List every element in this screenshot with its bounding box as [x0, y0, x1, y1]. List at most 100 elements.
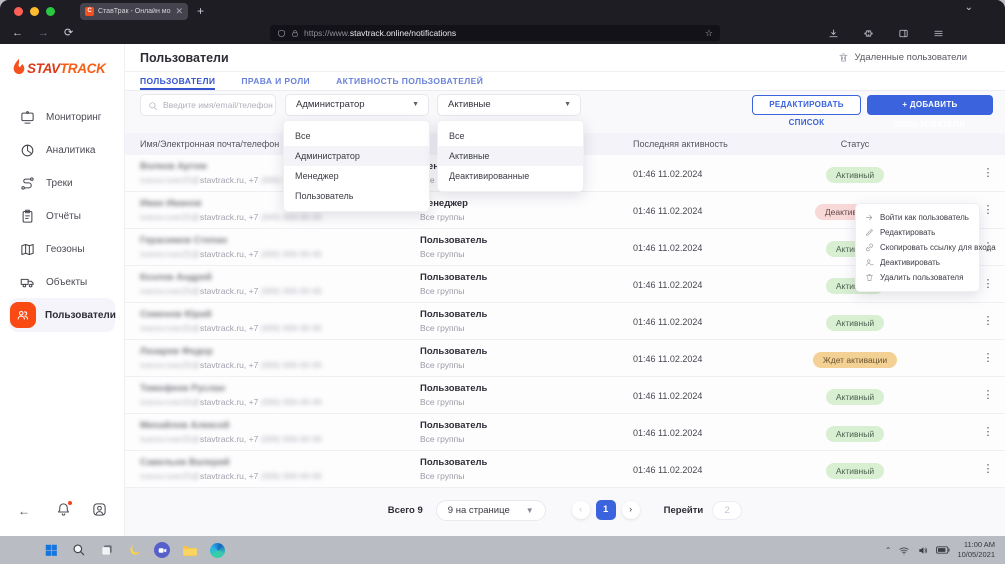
bookmark-star-icon[interactable]: ☆: [705, 28, 713, 39]
user-name: Лазарев Федор: [140, 346, 213, 357]
sidebar-item-reports[interactable]: Отчёты: [0, 201, 125, 231]
main-content: Пользователи Удаленные пользователи ПОЛЬ…: [125, 44, 1005, 536]
close-window-button[interactable]: [14, 7, 23, 16]
tab-user-activity[interactable]: АКТИВНОСТЬ ПОЛЬЗОВАТЕЛЕЙ: [336, 72, 483, 90]
menu-item-login-as-user[interactable]: Войти как пользователь: [856, 210, 979, 225]
taskbar-clock[interactable]: 11:00 AM10/05/2021: [957, 540, 995, 561]
sidebar-item-objects[interactable]: Объекты: [0, 267, 125, 297]
reload-icon[interactable]: ⟳: [64, 25, 73, 41]
search-input[interactable]: [163, 96, 273, 114]
sidebar-item-geozones[interactable]: Геозоны: [0, 234, 125, 264]
browser-toolbar: ← → ⟳ https://www.stavtrack.online/notif…: [0, 22, 1005, 44]
search-box: [140, 94, 276, 116]
row-menu-button[interactable]: ⋮: [982, 425, 994, 438]
reports-clipboard-icon: [20, 209, 35, 224]
add-user-button[interactable]: + ДОБАВИТЬ ПОЛЬЗОВАТЕЛЯ: [867, 95, 993, 115]
row-menu-button[interactable]: ⋮: [982, 351, 994, 364]
volume-icon[interactable]: [917, 545, 929, 556]
battery-icon[interactable]: [936, 545, 950, 555]
pagination: Всего 9 9 на странице▼ ‹ 1 › Перейти 2: [125, 496, 1005, 524]
url-bar[interactable]: https://www.stavtrack.online/notificatio…: [270, 25, 720, 41]
menu-item-copy-login-link[interactable]: Скопировать ссылку для входа: [856, 240, 979, 255]
tab-users[interactable]: ПОЛЬЗОВАТЕЛИ: [140, 72, 215, 90]
dropdown-option[interactable]: Все: [284, 126, 429, 146]
tab-list-chevron-icon[interactable]: ⌄: [965, 2, 973, 13]
row-menu-button[interactable]: ⋮: [982, 277, 994, 290]
trash-icon: [838, 52, 849, 63]
status-filter-select[interactable]: Активные▼: [437, 94, 581, 116]
user-group: Все группы: [420, 249, 464, 259]
dropdown-option[interactable]: Менеджер: [284, 166, 429, 186]
download-icon[interactable]: [828, 26, 839, 44]
user-group: Все группы: [420, 212, 464, 222]
chevron-down-icon: ▼: [564, 95, 571, 115]
windows-start-icon[interactable]: [42, 542, 59, 559]
edit-list-button[interactable]: РЕДАКТИРОВАТЬ СПИСОК: [752, 95, 861, 115]
menu-item-edit[interactable]: Редактировать: [856, 225, 979, 240]
task-view-icon[interactable]: [98, 542, 115, 559]
row-menu-button[interactable]: ⋮: [982, 314, 994, 327]
goto-page-input[interactable]: 2: [712, 501, 742, 520]
menu-hamburger-icon[interactable]: [933, 26, 944, 44]
dropdown-option[interactable]: Все: [438, 126, 583, 146]
sidebar-item-analytics[interactable]: Аналитика: [0, 135, 125, 165]
taskbar-search-icon[interactable]: [70, 542, 87, 559]
sidebar-toggle-icon[interactable]: [898, 26, 909, 44]
maximize-window-button[interactable]: [46, 7, 55, 16]
dropdown-option[interactable]: Деактивированные: [438, 166, 583, 186]
row-menu-button[interactable]: ⋮: [982, 166, 994, 179]
table-row: Михайлов Алексей ivanov.ivan25@stavtrack…: [125, 414, 1005, 451]
row-menu-button[interactable]: ⋮: [982, 388, 994, 401]
browser-tab[interactable]: С СтавТрак - Онлайн мониторин ✕: [80, 3, 188, 20]
tray-chevron-up-icon[interactable]: ⌃: [885, 546, 892, 555]
dropdown-option[interactable]: Администратор: [284, 146, 429, 166]
trash-icon: [865, 273, 874, 282]
user-minus-icon: [865, 258, 874, 267]
shield-icon[interactable]: [277, 29, 286, 38]
monitoring-icon: [20, 110, 35, 125]
back-icon[interactable]: ←: [12, 25, 23, 41]
sidebar-item-tracks[interactable]: Треки: [0, 168, 125, 198]
col-header-status: Статус: [785, 139, 925, 149]
user-name: Иван Иванов: [140, 198, 201, 209]
forward-icon[interactable]: →: [38, 25, 49, 41]
role-filter-select[interactable]: Администратор▼: [285, 94, 429, 116]
notification-dot: [68, 501, 72, 505]
next-page-button[interactable]: ›: [622, 501, 640, 519]
sidebar-item-monitoring[interactable]: Мониторинг: [0, 102, 125, 132]
row-menu-button[interactable]: ⋮: [982, 462, 994, 475]
user-contact: ivanov.ivan25@stavtrack.ru, +7 (999) 999…: [140, 471, 322, 481]
current-page-button[interactable]: 1: [596, 500, 616, 520]
user-contact: ivanov.ivan25@stavtrack.ru, +7 (999) 999…: [140, 360, 322, 370]
teams-app-icon[interactable]: [154, 542, 170, 558]
moon-app-icon[interactable]: [126, 542, 143, 559]
profile-icon[interactable]: [92, 502, 107, 522]
notifications-bell-icon[interactable]: [56, 502, 71, 522]
user-group: Все группы: [420, 286, 464, 296]
edge-browser-icon[interactable]: [209, 542, 226, 559]
new-tab-button[interactable]: +: [197, 3, 204, 20]
page-tabs: ПОЛЬЗОВАТЕЛИ ПРАВА И РОЛИ АКТИВНОСТЬ ПОЛ…: [125, 72, 1005, 91]
row-menu-button[interactable]: ⋮: [982, 203, 994, 216]
col-header-activity: Последняя активность: [633, 139, 728, 149]
file-explorer-icon[interactable]: [181, 542, 198, 559]
user-name: Савельев Валерий: [140, 457, 230, 468]
prev-page-button[interactable]: ‹: [572, 501, 590, 519]
system-tray: ⌃ 11:00 AM10/05/2021: [885, 536, 995, 564]
user-group: Все группы: [420, 397, 464, 407]
site-favicon: С: [85, 7, 94, 16]
tab-close-icon[interactable]: ✕: [175, 6, 183, 17]
sidebar-item-users[interactable]: Пользователи: [0, 300, 125, 330]
last-activity: 01:46 11.02.2024: [633, 206, 702, 216]
menu-item-delete-user[interactable]: Удалить пользователя: [856, 270, 979, 285]
dropdown-option[interactable]: Активные: [438, 146, 583, 166]
extensions-icon[interactable]: [863, 26, 874, 44]
menu-item-deactivate[interactable]: Деактивировать: [856, 255, 979, 270]
collapse-sidebar-icon[interactable]: ←: [18, 504, 30, 518]
minimize-window-button[interactable]: [30, 7, 39, 16]
per-page-select[interactable]: 9 на странице▼: [436, 500, 546, 521]
wifi-icon[interactable]: [898, 545, 910, 556]
tab-rights-roles[interactable]: ПРАВА И РОЛИ: [241, 72, 310, 90]
deleted-users-link[interactable]: Удаленные пользователи: [838, 52, 967, 63]
dropdown-option[interactable]: Пользователь: [284, 186, 429, 206]
